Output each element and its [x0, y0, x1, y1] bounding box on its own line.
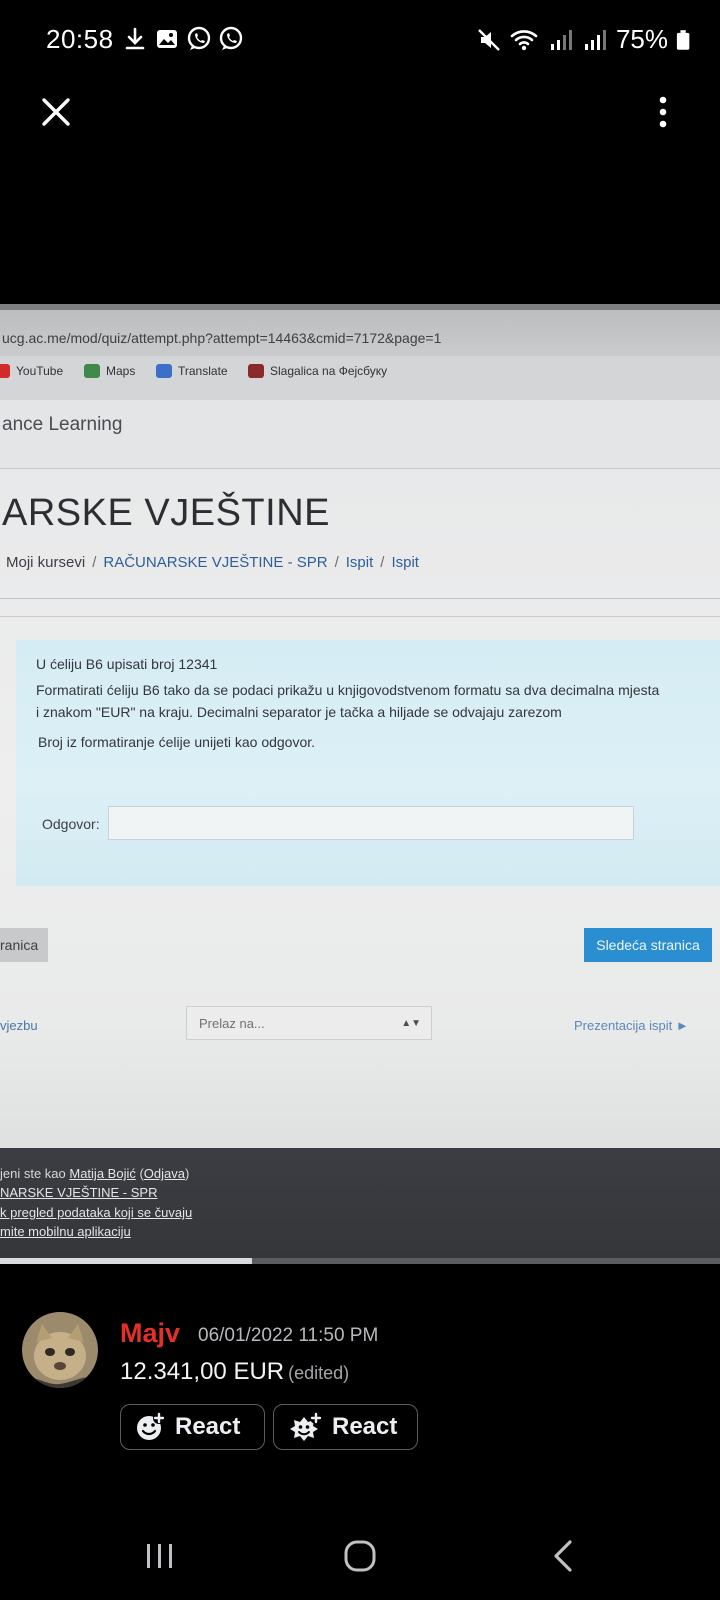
photo-top-strip: [0, 304, 720, 310]
photo-taskbar-window: [0, 1258, 252, 1264]
photo-footer-login-line: jeni ste kao Matija Bojić (Odjava): [0, 1166, 189, 1181]
message-text: 12.341,00 EUR (edited): [120, 1358, 349, 1386]
status-bar: 20:58 75%: [0, 0, 720, 80]
recent-apps-icon[interactable]: [130, 1532, 190, 1580]
home-icon[interactable]: [330, 1532, 390, 1580]
photo-footer-course-text: NARSKE VJEŠTINE - SPR: [0, 1185, 158, 1200]
back-icon[interactable]: [534, 1532, 594, 1580]
photo-bookmark-label: YouTube: [16, 364, 64, 378]
photo-footer-paren-open: (: [135, 1166, 144, 1181]
photo-breadcrumb-item: Ispit: [345, 554, 374, 571]
viber-icon-2: [219, 26, 243, 50]
translate-icon: [156, 364, 172, 378]
wifi-icon: [510, 29, 538, 50]
youtube-icon: [0, 364, 10, 378]
photo-next-page-button: Sledeća stranica: [584, 928, 712, 962]
message-timestamp: 06/01/2022 11:50 PM: [198, 1325, 379, 1346]
react-button-2[interactable]: React: [273, 1404, 418, 1450]
photo-footer-course-link: NARSKE VJEŠTINE - SPR: [0, 1185, 157, 1200]
photo-question-line: i znakom "EUR" na kraju. Decimalni separ…: [36, 704, 562, 720]
photo-breadcrumb: Moji kursevi / RAČUNARSKE VJEŠTINE - SPR / I…: [6, 554, 419, 571]
viber-icon: [187, 26, 211, 50]
system-navigation-bar: [0, 1520, 720, 1600]
photo-taskbar: [0, 1258, 720, 1264]
photo-url: ucg.ac.me/mod/quiz/attempt.php?attempt=1…: [2, 330, 442, 346]
message-body: 12.341,00 EUR: [120, 1358, 285, 1385]
add-emoji-reaction-icon: [290, 1412, 322, 1441]
photo-question-line: Broj iz formatiranje ćelije unijeti kao …: [38, 734, 316, 750]
photo-bookmark: Slagalica na Фејсбуку: [248, 364, 387, 378]
photo-question-box: [16, 640, 720, 886]
photo-bookmark: Maps: [84, 364, 135, 378]
battery-icon: [676, 29, 690, 50]
status-time: 20:58: [46, 24, 114, 54]
photo-bookmark-label: Translate: [178, 364, 228, 378]
photo-divider: [0, 598, 720, 599]
photo-bookmark-label: Maps: [106, 364, 136, 378]
download-icon: [125, 27, 145, 50]
photo-prev-page-button: ranica: [0, 928, 48, 962]
photo-jump-select: Prelaz na... ▲▼: [186, 1006, 432, 1040]
add-reaction-icon: [137, 1412, 165, 1440]
photo-prev-activity-link: vjezbu: [0, 1018, 38, 1033]
select-arrows-icon: ▲▼: [401, 1018, 421, 1029]
react-button[interactable]: React: [120, 1404, 265, 1450]
react-button-label: React: [175, 1413, 241, 1440]
photo-footer-data-link: k pregled podataka koji se čuvaju: [0, 1205, 192, 1220]
avatar-image: [22, 1312, 98, 1388]
photo-course-title: ARSKE VJEŠTINE: [2, 492, 330, 534]
photo-next-activity-link: Prezentacija ispit ►: [574, 1018, 689, 1033]
photo-footer-logout: Odjava: [143, 1166, 185, 1181]
edited-label: (edited): [288, 1363, 350, 1383]
battery-percent: 75%: [615, 24, 668, 54]
photo-breadcrumb-item: Ispit: [391, 554, 419, 571]
photo-footer-paren-close: ): [185, 1166, 190, 1181]
signal-icon-2: [584, 29, 606, 50]
photo-footer-app-link: mite mobilnu aplikaciju: [0, 1224, 131, 1239]
photo-breadcrumb-item: RAČUNARSKE VJEŠTINE - SPR: [103, 554, 328, 571]
photo-bookmark: Translate: [156, 364, 228, 378]
signal-icon: [550, 29, 572, 50]
photo-question-line: U ćeliju B6 upisati broj 12341: [36, 656, 218, 672]
photo-breadcrumb-item: Moji kursevi: [6, 554, 86, 571]
photo-divider: [0, 616, 720, 617]
system-icons: 75%: [476, 24, 692, 55]
photo-answer-field: [108, 806, 634, 840]
maps-icon: [84, 364, 100, 378]
avatar[interactable]: [22, 1312, 98, 1388]
more-options-icon[interactable]: [648, 92, 678, 132]
photo-footer-app-text: mite mobilnu aplikaciju: [0, 1224, 131, 1239]
mute-icon: [478, 28, 500, 51]
photo-attachment[interactable]: ucg.ac.me/mod/quiz/attempt.php?attempt=1…: [0, 304, 720, 1264]
photo-bookmark: YouTube: [0, 364, 63, 378]
photo-footer-login-prefix: jeni ste kao: [0, 1166, 70, 1181]
message-author[interactable]: Majv: [120, 1318, 180, 1349]
photo-footer-user: Matija Bojić: [69, 1166, 136, 1181]
photo-bookmark-label: Slagalica na Фејсбуку: [270, 364, 388, 378]
photo-question-line: Formatirati ćeliju B6 tako da se podaci …: [36, 682, 660, 698]
photo-bookmarks-bar: [0, 356, 720, 400]
close-icon[interactable]: [36, 92, 76, 132]
photo-answer-label: Odgovor:: [42, 816, 100, 832]
react-button-label: React: [332, 1413, 398, 1440]
photo-jump-select-value: Prelaz na...: [199, 1016, 265, 1031]
slagalica-icon: [248, 364, 264, 378]
notification-icons: [122, 26, 244, 52]
photo-footer-data-text: k pregled podataka koji se čuvaju: [0, 1205, 193, 1220]
image-icon: [157, 30, 177, 48]
photo-site-name: ance Learning: [2, 414, 123, 435]
